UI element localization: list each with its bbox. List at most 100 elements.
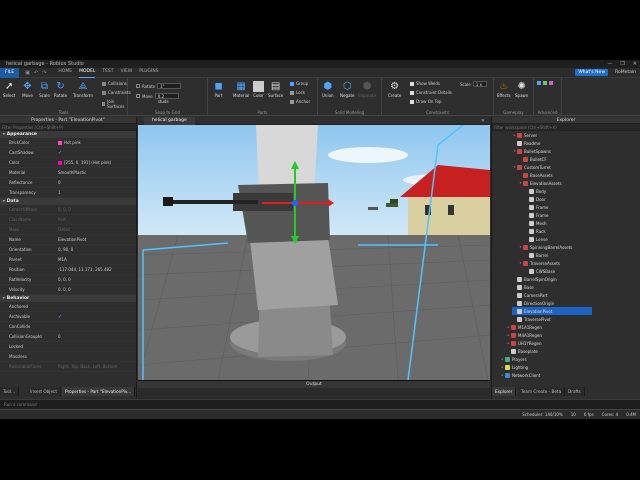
3d-viewport[interactable]: helical garbage ✕ bbox=[138, 117, 490, 380]
property-value[interactable]: Detail bbox=[58, 227, 136, 232]
explorer-item[interactable]: BaseAssets bbox=[492, 171, 553, 179]
section-appearance[interactable]: ▾ Appearance bbox=[0, 131, 136, 138]
move-button[interactable]: ✥ Move bbox=[22, 81, 33, 98]
explorer-item[interactable]: ElevationPivot bbox=[512, 307, 592, 315]
property-value[interactable]: Hot pink bbox=[58, 140, 136, 145]
property-value[interactable]: 0, 90, 0 bbox=[58, 247, 136, 252]
explorer-item[interactable]: ▸ Lighting bbox=[492, 363, 528, 371]
property-row[interactable]: Transparency 1 bbox=[0, 188, 136, 198]
move-snap[interactable]: Move 0.2 studs bbox=[136, 93, 179, 104]
union-button[interactable]: ⬢ Union bbox=[322, 81, 334, 98]
explorer-item[interactable]: ▸ Server bbox=[492, 131, 537, 139]
explorer-item[interactable]: ▸ NetworkClient bbox=[492, 371, 540, 379]
property-row[interactable]: CastShadow ✓ bbox=[0, 148, 136, 158]
file-menu[interactable]: FILE bbox=[0, 67, 20, 78]
property-value[interactable]: -117.044, 11.171, 265.482 bbox=[58, 267, 136, 272]
explorer-item[interactable]: CameraPart bbox=[492, 291, 548, 299]
group-button[interactable]: Group bbox=[290, 81, 308, 86]
property-value[interactable]: ✓ bbox=[58, 314, 136, 319]
property-value[interactable] bbox=[58, 345, 136, 349]
property-value[interactable]: 0, 0, 0 bbox=[58, 207, 136, 212]
property-row[interactable]: Archivable ✓ bbox=[0, 312, 136, 322]
explorer-item[interactable]: BulletCF bbox=[492, 155, 547, 163]
property-row[interactable]: Mass Detail bbox=[0, 225, 136, 235]
property-row[interactable]: RotVelocity 0, 0, 0 bbox=[0, 275, 136, 285]
scale-button[interactable]: ⧉ Scale bbox=[39, 81, 50, 98]
tab-drafts[interactable]: Drafts bbox=[565, 387, 585, 396]
property-row[interactable]: Massless bbox=[0, 352, 136, 362]
checkbox-checked-icon[interactable]: ✓ bbox=[58, 314, 62, 319]
join-surfaces-toggle[interactable]: Join Surfaces bbox=[102, 99, 127, 109]
rotate-snap[interactable]: Rotate 1° bbox=[136, 83, 182, 89]
transform-button[interactable]: ⟁ Transform bbox=[73, 81, 93, 98]
property-value[interactable]: 0 bbox=[58, 180, 136, 185]
checkbox-empty-icon[interactable] bbox=[58, 345, 62, 349]
explorer-item[interactable]: ▾ SpinningBarrelAssets bbox=[492, 243, 572, 251]
checkbox-checked-icon[interactable]: ✓ bbox=[58, 150, 62, 155]
property-value[interactable]: 0, 0, 0 bbox=[58, 277, 136, 282]
property-row[interactable]: Velocity 0, 0, 0 bbox=[0, 285, 136, 295]
property-value[interactable]: ✓ bbox=[58, 150, 136, 155]
section-data[interactable]: ▾ Data bbox=[0, 198, 136, 205]
explorer-item[interactable]: BarrelSpinOrigin bbox=[492, 275, 557, 283]
advanced-buttons[interactable] bbox=[537, 81, 553, 85]
tab-explorer[interactable]: Explorer bbox=[492, 387, 517, 396]
surface-button[interactable]: ▤ Surface bbox=[268, 81, 283, 98]
save-icon[interactable]: ▣ bbox=[25, 70, 30, 76]
property-row[interactable]: Material SmoothPlastic bbox=[0, 168, 136, 178]
tab-properties[interactable]: Properties - Part "ElevationPiv... bbox=[62, 387, 136, 396]
explorer-item[interactable]: Lense bbox=[492, 235, 548, 243]
tab-home[interactable]: HOME bbox=[58, 67, 72, 78]
explorer-item[interactable]: ▸ M1A1Regen bbox=[492, 323, 542, 331]
property-row[interactable]: ResizeableFaces Right, Top, Back, Left, B… bbox=[0, 362, 136, 372]
explorer-item[interactable]: Barrel bbox=[492, 251, 548, 259]
explorer-item[interactable]: ▸ M4A1Regen bbox=[492, 331, 542, 339]
property-row[interactable]: CanCollide bbox=[0, 322, 136, 332]
property-row[interactable]: Orientation 0, 90, 0 bbox=[0, 245, 136, 255]
color-button[interactable]: Color bbox=[253, 81, 264, 98]
property-row[interactable]: Name ElevationPivot bbox=[0, 235, 136, 245]
command-bar[interactable]: Run a command bbox=[0, 399, 640, 409]
minimize-button[interactable]: — bbox=[607, 60, 612, 68]
command-input[interactable]: Run a command bbox=[0, 402, 37, 407]
select-button[interactable]: ➚ Select bbox=[3, 81, 15, 98]
explorer-item[interactable]: ▾ ElevationAssets bbox=[492, 179, 562, 187]
effects-button[interactable]: ♨ Effects bbox=[497, 81, 511, 98]
property-row[interactable]: ClassName Part bbox=[0, 215, 136, 225]
tab-plugins[interactable]: PLUGINS bbox=[139, 67, 158, 78]
property-value[interactable] bbox=[58, 325, 136, 329]
constraint-scale[interactable]: Scale 1 x bbox=[460, 81, 487, 87]
tab-model[interactable]: MODEL bbox=[79, 67, 96, 78]
explorer-item[interactable]: ▸ Players bbox=[492, 355, 527, 363]
property-value[interactable]: Part bbox=[58, 217, 136, 222]
property-value[interactable] bbox=[58, 305, 136, 309]
whats-new-button[interactable]: What's New bbox=[575, 69, 608, 76]
explorer-item[interactable]: Body bbox=[492, 187, 546, 195]
redo-icon[interactable]: ↷ bbox=[42, 70, 46, 76]
property-value[interactable]: ElevationPivot bbox=[58, 237, 136, 242]
tab-helical-garbage[interactable]: helical garbage bbox=[144, 117, 195, 125]
explorer-item[interactable]: ▸ UH1YRegen bbox=[492, 339, 542, 347]
separate-button[interactable]: ⬢ Separate bbox=[358, 81, 376, 98]
draw-on-top-toggle[interactable]: Draw On Top bbox=[410, 99, 441, 104]
property-value[interactable]: [255, 0, 191] (Hot pink) bbox=[58, 160, 136, 165]
create-constraint-button[interactable]: ⚙ Create bbox=[388, 81, 401, 98]
property-row[interactable]: Anchored bbox=[0, 302, 136, 312]
close-tab-icon[interactable]: ✕ bbox=[481, 117, 485, 125]
part-button[interactable]: ◼ Part bbox=[213, 81, 224, 98]
user-name[interactable]: RoMetain bbox=[615, 70, 636, 75]
tab-team-create[interactable]: Team Create - Beta bbox=[518, 387, 566, 396]
explorer-item[interactable]: DirectionOrigin bbox=[492, 299, 554, 307]
property-row[interactable]: Color [255, 0, 191] (Hot pink) bbox=[0, 158, 136, 168]
property-value[interactable]: 0, 0, 0 bbox=[58, 287, 136, 292]
property-value[interactable]: M1A bbox=[58, 257, 136, 262]
property-value[interactable]: 0 bbox=[58, 334, 136, 339]
explorer-item[interactable]: Readme bbox=[492, 139, 540, 147]
checkbox-empty-icon[interactable] bbox=[58, 355, 62, 359]
property-row[interactable]: Reflectance 0 bbox=[0, 178, 136, 188]
checkbox-empty-icon[interactable] bbox=[58, 325, 62, 329]
constraints-toggle[interactable]: Constraints bbox=[102, 90, 131, 95]
tab-test[interactable]: TEST bbox=[102, 67, 113, 78]
property-value[interactable]: Right, Top, Back, Left, Bottom bbox=[58, 364, 136, 369]
checkbox-empty-icon[interactable] bbox=[58, 305, 62, 309]
